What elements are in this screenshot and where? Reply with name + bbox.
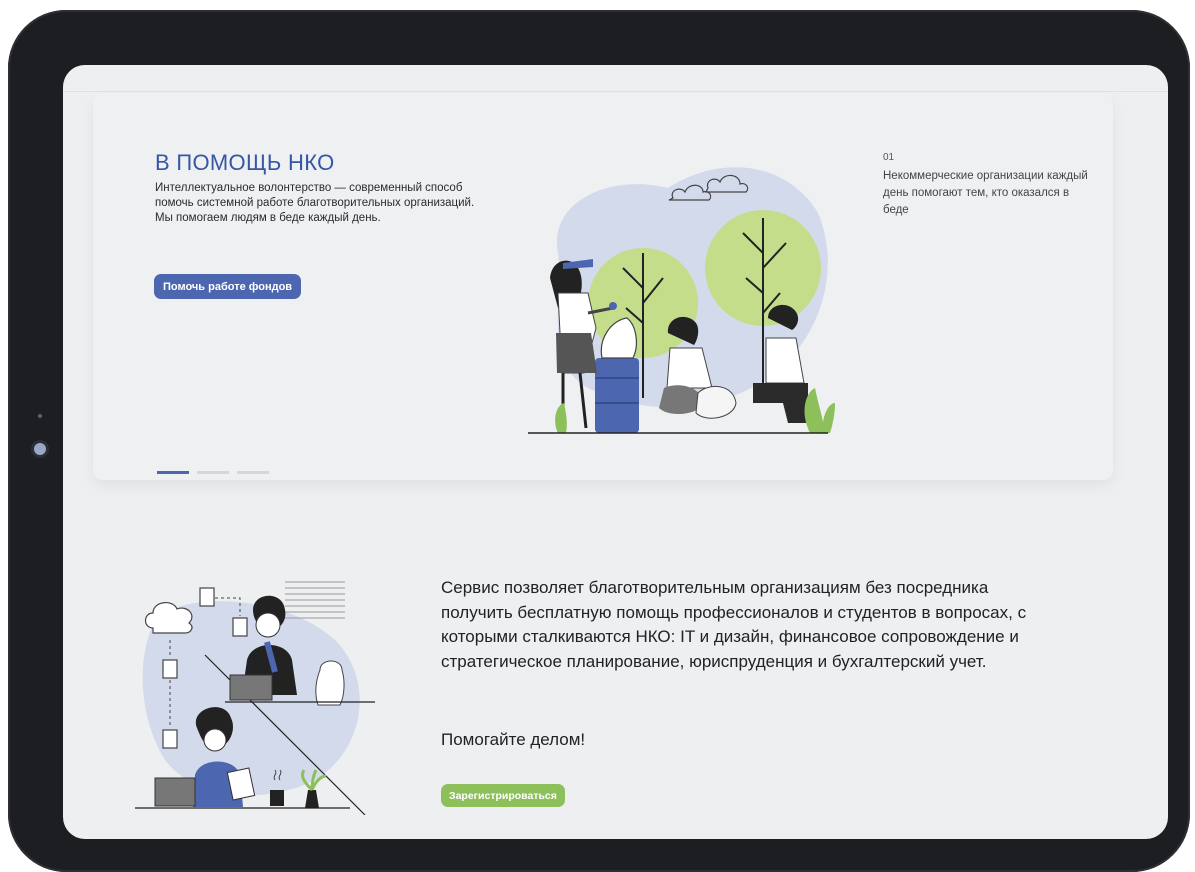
slider-dot-3[interactable] — [237, 471, 269, 474]
hero-slider-card: В ПОМОЩЬ НКО Интеллектуальное волонтерст… — [93, 93, 1113, 480]
camera-icon — [34, 443, 46, 455]
help-funds-button[interactable]: Помочь работе фондов — [154, 274, 302, 299]
slider-pagination — [157, 471, 269, 474]
service-description: Сервис позволяет благотворительным орган… — [441, 578, 1027, 671]
hero-description: Интеллектуальное волонтерство — современ… — [155, 182, 475, 224]
slider-dot-2[interactable] — [197, 471, 229, 474]
slider-dot-1[interactable] — [157, 471, 189, 474]
sensor-icon — [38, 414, 42, 418]
slide-caption: Некоммерческие организации каждый день п… — [883, 170, 1088, 216]
header-divider — [63, 91, 1168, 92]
hero-title: В ПОМОЩЬ НКО — [155, 150, 335, 175]
slide-number: 01 — [883, 152, 895, 163]
tablet-frame: В ПОМОЩЬ НКО Интеллектуальное волонтерст… — [8, 10, 1190, 872]
remote-work-illustration — [135, 581, 375, 815]
register-button[interactable]: Зарегистрироваться — [441, 784, 565, 807]
volunteers-illustration — [528, 167, 835, 434]
screen: В ПОМОЩЬ НКО Интеллектуальное волонтерст… — [63, 65, 1168, 839]
call-to-action: Помогайте делом! — [441, 730, 586, 749]
